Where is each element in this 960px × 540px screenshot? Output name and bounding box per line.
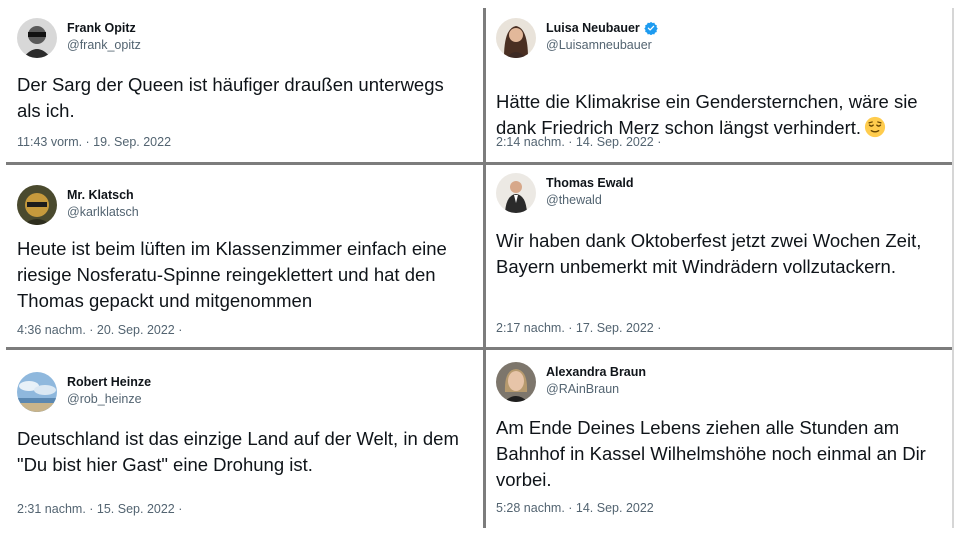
tweet-card-thomas-ewald[interactable]: Thomas Ewald @thewald Wir haben dank Okt… bbox=[496, 173, 951, 343]
display-name-text: Luisa Neubauer bbox=[546, 21, 640, 35]
display-name-text: Robert Heinze bbox=[67, 375, 152, 389]
tweet-card-frank-opitz[interactable]: Frank Opitz @frank_opitz Der Sarg der Qu… bbox=[17, 18, 477, 158]
horizontal-divider-top bbox=[6, 162, 954, 165]
tweet-timestamp[interactable]: 11:43 vorm. · 19. Sep. 2022 bbox=[17, 135, 171, 149]
display-name[interactable]: Robert Heinze bbox=[67, 375, 151, 389]
display-name[interactable]: Luisa Neubauer bbox=[546, 21, 658, 35]
user-handle[interactable]: @frank_opitz bbox=[67, 38, 141, 52]
tweet-text: Heute ist beim lüften im Klassenzimmer e… bbox=[17, 238, 447, 311]
avatar[interactable] bbox=[17, 18, 57, 58]
display-name[interactable]: Mr. Klatsch bbox=[67, 188, 134, 202]
avatar[interactable] bbox=[496, 362, 536, 402]
tweet-text: Wir haben dank Oktoberfest jetzt zwei Wo… bbox=[496, 230, 922, 277]
tweet-timestamp[interactable]: 5:28 nachm. · 14. Sep. 2022 bbox=[496, 501, 654, 515]
tweet-timestamp[interactable]: 2:17 nachm. · 17. Sep. 2022 · bbox=[496, 321, 661, 335]
tweet-text: Deutschland ist das einzige Land auf der… bbox=[17, 428, 459, 475]
display-name-text: Frank Opitz bbox=[67, 21, 136, 35]
avatar[interactable] bbox=[17, 372, 57, 412]
vertical-divider bbox=[483, 8, 486, 528]
display-name[interactable]: Alexandra Braun bbox=[546, 365, 646, 379]
relieved-face-icon bbox=[864, 116, 886, 138]
tweet-card-luisa-neubauer[interactable]: Luisa Neubauer @Luisamneubauer Hätte die… bbox=[496, 18, 951, 158]
tweet-timestamp[interactable]: 4:36 nachm. · 20. Sep. 2022 · bbox=[17, 323, 182, 337]
tweet-card-robert-heinze[interactable]: Robert Heinze @rob_heinze Deutschland is… bbox=[17, 372, 482, 527]
display-name[interactable]: Thomas Ewald bbox=[546, 176, 634, 190]
tweet-text-content: Hätte die Klimakrise ein Gendersternchen… bbox=[496, 91, 918, 138]
user-handle[interactable]: @RAinBraun bbox=[546, 382, 619, 396]
user-handle[interactable]: @thewald bbox=[546, 193, 602, 207]
tweet-timestamp[interactable]: 2:31 nachm. · 15. Sep. 2022 · bbox=[17, 502, 182, 516]
avatar[interactable] bbox=[496, 18, 536, 58]
tweet-text: Am Ende Deines Lebens ziehen alle Stunde… bbox=[496, 417, 926, 490]
tweet-text: Hätte die Klimakrise ein Gendersternchen… bbox=[496, 89, 918, 141]
user-handle[interactable]: @rob_heinze bbox=[67, 392, 142, 406]
display-name-text: Mr. Klatsch bbox=[67, 188, 134, 202]
tweet-card-mr-klatsch[interactable]: Mr. Klatsch @karlklatsch Heute ist beim … bbox=[17, 183, 477, 343]
right-edge-line bbox=[952, 8, 954, 528]
avatar[interactable] bbox=[17, 185, 57, 225]
verified-badge-icon bbox=[644, 21, 658, 35]
tweet-card-alexandra-braun[interactable]: Alexandra Braun @RAinBraun Am Ende Deine… bbox=[496, 362, 951, 527]
tweet-text: Der Sarg der Queen ist häufiger draußen … bbox=[17, 74, 444, 121]
display-name-text: Thomas Ewald bbox=[546, 176, 634, 190]
tweet-timestamp[interactable]: 2:14 nachm. · 14. Sep. 2022 · bbox=[496, 135, 661, 149]
horizontal-divider-bottom bbox=[6, 347, 954, 350]
avatar[interactable] bbox=[496, 173, 536, 213]
user-handle[interactable]: @karlklatsch bbox=[67, 205, 139, 219]
display-name[interactable]: Frank Opitz bbox=[67, 21, 136, 35]
display-name-text: Alexandra Braun bbox=[546, 365, 647, 379]
user-handle[interactable]: @Luisamneubauer bbox=[546, 38, 652, 52]
